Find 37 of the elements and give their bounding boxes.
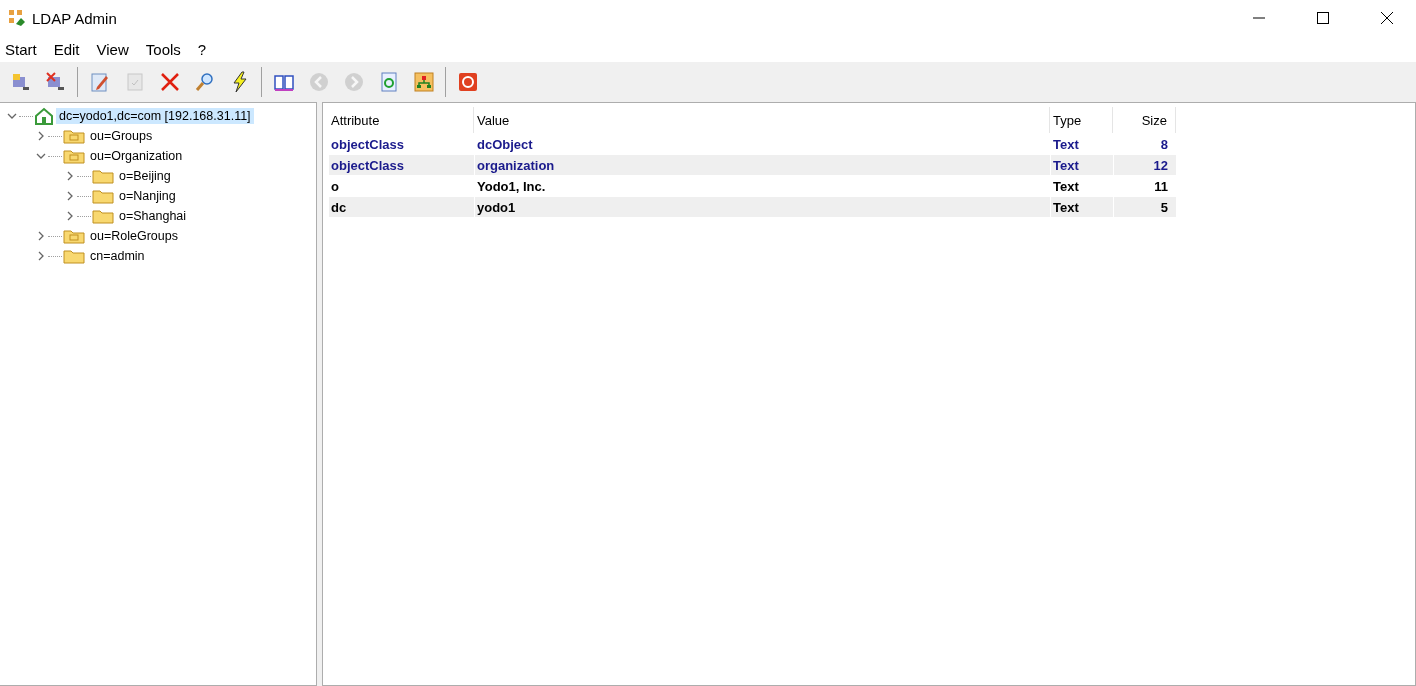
menu-item[interactable]: Start — [5, 40, 37, 58]
folder-icon — [63, 128, 85, 144]
tree-item[interactable]: ou=Organization — [87, 148, 186, 164]
tree-item[interactable]: dc=yodo1,dc=com [192.168.31.11] — [56, 108, 254, 124]
maximize-icon — [1317, 12, 1329, 24]
menu-item[interactable]: Tools — [145, 40, 181, 58]
menu-item[interactable]: ? — [197, 40, 207, 58]
table-cell: yodo1 — [475, 197, 1050, 217]
folder-icon — [63, 148, 85, 164]
close-icon — [1381, 12, 1393, 24]
table-cell: 5 — [1114, 197, 1176, 217]
house-icon — [34, 107, 54, 125]
folder-icon — [63, 248, 85, 264]
column-header[interactable]: Size — [1114, 107, 1176, 133]
folder-icon — [92, 208, 114, 224]
folder-icon — [63, 228, 85, 244]
tree-item[interactable]: ou=RoleGroups — [87, 228, 181, 244]
table-cell: 12 — [1114, 155, 1176, 175]
folder-icon — [92, 168, 114, 184]
column-header[interactable]: Value — [475, 107, 1050, 133]
tree-item[interactable]: ou=Groups — [87, 128, 156, 144]
tree-item[interactable]: o=Nanjing — [116, 188, 179, 204]
column-header[interactable]: Type — [1051, 107, 1113, 133]
tree-item[interactable]: cn=admin — [87, 248, 148, 264]
table-cell: dc — [329, 197, 474, 217]
table-cell: Text — [1051, 197, 1113, 217]
menu-item[interactable]: Edit — [53, 40, 80, 58]
folder-icon — [92, 188, 114, 204]
app-icon — [8, 9, 26, 27]
table-cell: objectClass — [329, 155, 474, 175]
menu-item[interactable]: View — [96, 40, 129, 58]
column-header[interactable]: Attribute — [329, 107, 474, 133]
window-title: LDAP Admin — [32, 9, 118, 27]
table-cell: organization — [475, 155, 1050, 175]
tree-item[interactable]: o=Beijing — [116, 168, 174, 184]
tree-item[interactable]: o=Shanghai — [116, 208, 190, 224]
table-cell: Text — [1051, 155, 1113, 175]
